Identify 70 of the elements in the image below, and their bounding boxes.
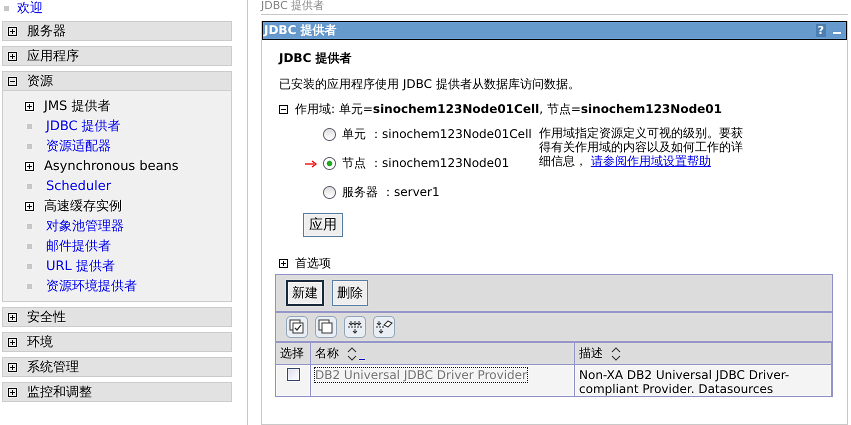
- section-header[interactable]: 服务器: [2, 21, 232, 41]
- sort-icon[interactable]: [347, 346, 357, 360]
- radio-button[interactable]: [323, 128, 336, 141]
- option-label: 单元: [342, 126, 366, 143]
- column-label: 选择: [280, 345, 304, 362]
- bullet-icon: [27, 184, 32, 188]
- option-value: ：sinochem123Node01: [370, 155, 510, 172]
- section-header[interactable]: 安全性: [2, 307, 232, 327]
- expand-icon[interactable]: [8, 26, 17, 36]
- section-header[interactable]: 环境: [2, 332, 232, 352]
- nav-link[interactable]: JDBC 提供者: [46, 117, 121, 135]
- expand-icon[interactable]: [8, 312, 17, 322]
- nav-link[interactable]: 对象池管理器: [46, 217, 124, 235]
- select-all-icon[interactable]: [286, 316, 308, 338]
- nav-group[interactable]: Asynchronous beans: [44, 158, 179, 174]
- eraser-icon[interactable]: [373, 316, 395, 338]
- bullet-icon: [27, 124, 32, 128]
- nav-group[interactable]: 高速缓存实例: [44, 197, 122, 215]
- nav-link[interactable]: URL 提供者: [46, 257, 115, 275]
- toolbar-button[interactable]: 删除: [332, 280, 368, 306]
- expand-icon[interactable]: [8, 388, 17, 396]
- radio-button[interactable]: [323, 186, 336, 199]
- option-value: ：sinochem123Node01Cell: [370, 126, 532, 143]
- expand-icon[interactable]: [25, 102, 34, 110]
- bullet-icon: [27, 284, 32, 288]
- table-cell-text: Non-XA DB2 Universal JDBC Driver-compliant Provider. Datasources: [579, 368, 790, 396]
- nav-link[interactable]: 邮件提供者: [46, 237, 111, 255]
- section-header[interactable]: 应用程序: [2, 46, 232, 66]
- section-header[interactable]: 监控和调整: [2, 382, 232, 402]
- section-header[interactable]: 系统管理: [2, 357, 232, 377]
- expand-icon[interactable]: [25, 202, 34, 210]
- page-description: 已安装的应用程序使用 JDBC 提供者从数据库访问数据。: [279, 76, 581, 93]
- deselect-all-icon[interactable]: [315, 316, 337, 338]
- bullet-icon: [27, 264, 32, 268]
- nav-link[interactable]: 资源适配器: [46, 137, 111, 155]
- welcome-link[interactable]: 欢迎: [17, 0, 43, 17]
- option-label: 服务器: [342, 184, 378, 201]
- bullet-icon: [27, 244, 32, 248]
- toolbar-button[interactable]: 新建: [286, 280, 324, 306]
- column-label: 名称: [315, 345, 339, 362]
- bullet-icon: [4, 6, 9, 10]
- page-heading: JDBC 提供者: [279, 50, 353, 67]
- panel-title: JDBC 提供者: [264, 22, 338, 39]
- row-checkbox[interactable]: [286, 368, 300, 381]
- scope-label: 作用域: 单元=sinochem123Node01Cell, 节点=sinochem123Node01: [295, 101, 722, 118]
- radio-button[interactable]: [323, 157, 336, 170]
- apply-button[interactable]: 应用: [303, 213, 343, 237]
- option-label: 节点: [342, 155, 366, 172]
- expand-icon[interactable]: [279, 259, 288, 268]
- collapse-icon[interactable]: [279, 105, 288, 114]
- column-label: 描述: [579, 345, 603, 362]
- collapse-icon[interactable]: [8, 76, 17, 86]
- option-value: ：server1: [382, 184, 440, 201]
- help-link[interactable]: 请参阅作用域设置帮助: [590, 154, 711, 168]
- breadcrumb: JDBC 提供者: [261, 0, 848, 15]
- preferences-label[interactable]: 首选项: [295, 255, 331, 272]
- expand-icon[interactable]: [25, 162, 34, 170]
- sort-icon[interactable]: [611, 346, 621, 360]
- help-button[interactable]: ?: [816, 24, 826, 37]
- section-header[interactable]: 资源: [2, 71, 232, 91]
- bullet-icon: [27, 144, 32, 148]
- nav-link[interactable]: 资源环境提供者: [46, 277, 137, 295]
- expand-icon[interactable]: [8, 362, 17, 372]
- expand-icon[interactable]: [8, 52, 17, 60]
- bullet-icon: [27, 224, 32, 228]
- nav-link[interactable]: Scheduler: [46, 178, 112, 194]
- filter-icon[interactable]: [344, 316, 366, 338]
- nav-group[interactable]: JMS 提供者: [44, 97, 110, 115]
- help-text: 作用域指定资源定义可视的级别。要获得有关作用域的内容以及如何工作的详细信息， 请参阅作用域设置帮助: [539, 126, 744, 170]
- expand-icon[interactable]: [8, 338, 17, 346]
